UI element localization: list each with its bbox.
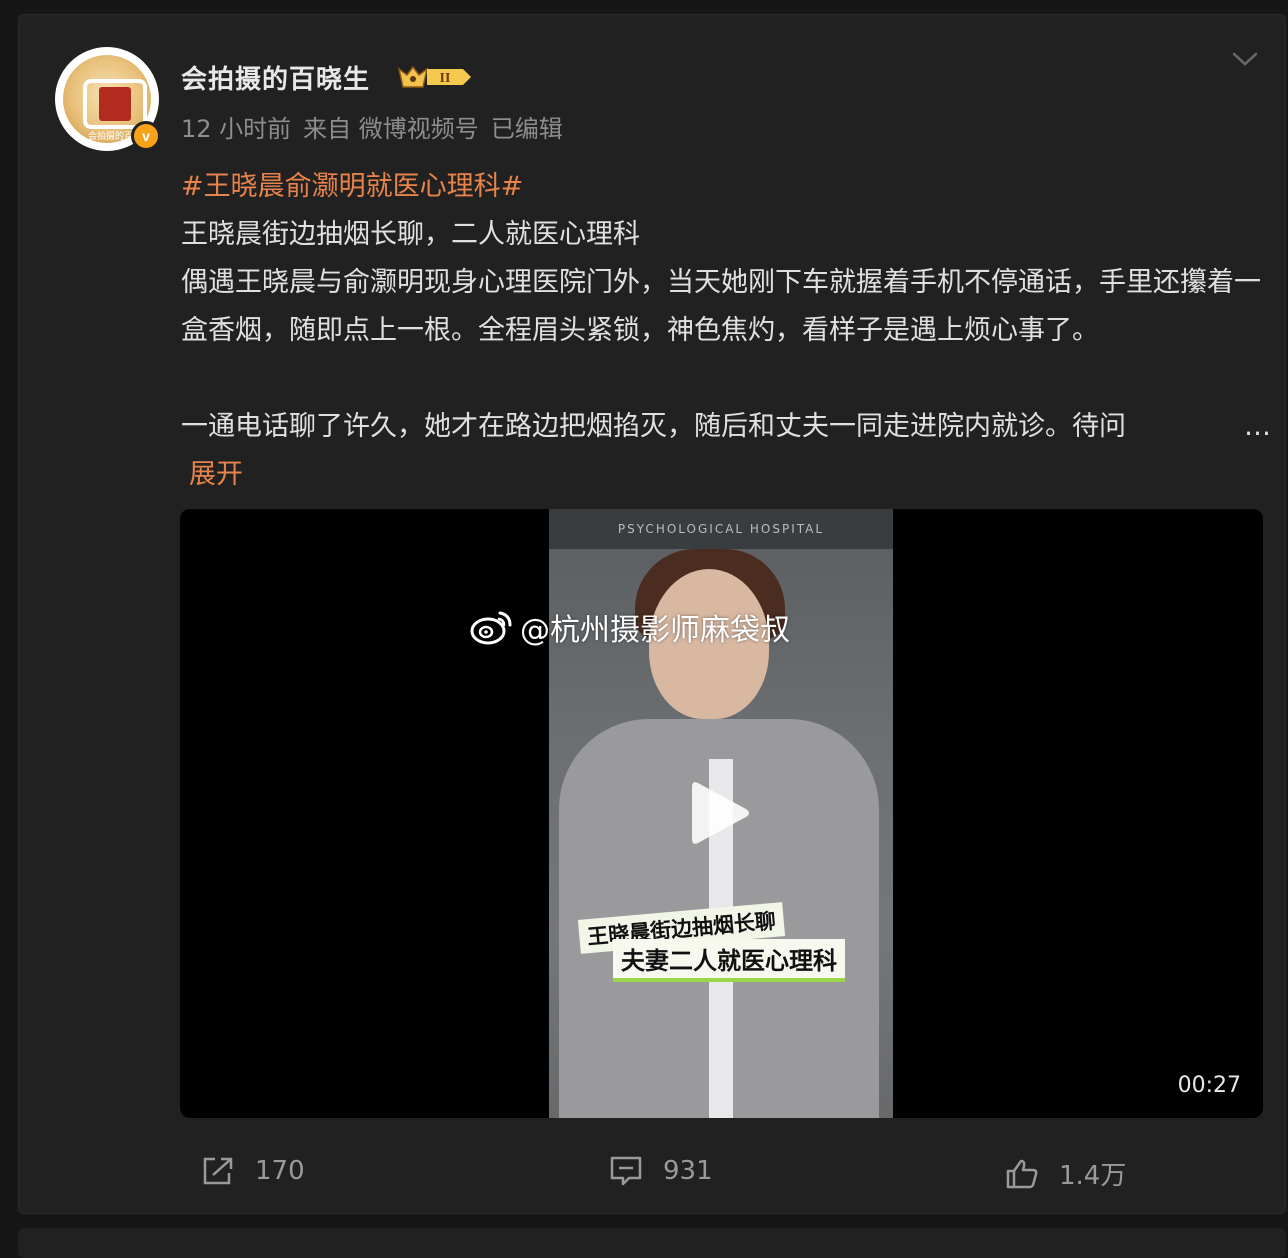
post-paragraph: 偶遇王晓晨与俞灏明现身心理医院门外，当天她刚下车就握着手机不停通话，手里还攥着一… <box>181 267 1261 346</box>
post-source[interactable]: 来自 微博视频号 <box>303 109 479 144</box>
next-post-card <box>18 1228 1286 1258</box>
watermark-text: @杭州摄影师麻袋叔 <box>520 613 790 648</box>
ellipsis: … <box>1244 411 1271 442</box>
hashtag-link[interactable]: #王晓晨俞灏明就医心理科# <box>181 163 1271 211</box>
video-watermark: @杭州摄影师麻袋叔 <box>470 605 790 649</box>
post-content: #王晓晨俞灏明就医心理科# 王晓晨街边抽烟长聊，二人就医心理科 偶遇王晓晨与俞灏… <box>181 163 1271 499</box>
like-button[interactable]: 1.4万 <box>1005 1155 1126 1192</box>
video-player[interactable]: PSYCHOLOGICAL HOSPITAL 王晓晨街边抽烟长聊 夫妻二人就医心… <box>180 509 1263 1118</box>
post-truncated-text: 一通电话聊了许久，她才在路边把烟掐灭，随后和丈夫一同走进院内就诊。待问 <box>181 411 1126 442</box>
comment-count: 931 <box>663 1156 713 1186</box>
repost-button[interactable]: 170 <box>201 1155 305 1187</box>
level-badge-icon[interactable]: II <box>397 63 473 91</box>
post-edited[interactable]: 已编辑 <box>491 109 563 144</box>
play-icon[interactable] <box>688 777 752 849</box>
video-sign: PSYCHOLOGICAL HOSPITAL <box>549 509 893 549</box>
seal-icon <box>99 87 131 121</box>
post-line-headline: 王晓晨街边抽烟长聊，二人就医心理科 <box>181 219 640 250</box>
weibo-logo-icon <box>470 611 512 645</box>
share-icon <box>203 1157 233 1185</box>
author-name[interactable]: 会拍摄的百晓生 <box>181 59 370 96</box>
post-line-truncated: 一通电话聊了许久，她才在路边把烟掐灭，随后和丈夫一同走进院内就诊。待问 … <box>181 403 1271 451</box>
post-card: 会拍摄的百晓 v 会拍摄的百晓生 II 12 小时前 来自 微博视频号 已编辑 … <box>18 14 1286 1214</box>
thumbs-up-icon <box>1006 1159 1038 1188</box>
post-time[interactable]: 12 小时前 <box>181 109 291 144</box>
comment-button[interactable]: 931 <box>609 1155 713 1187</box>
repost-count: 170 <box>255 1156 305 1186</box>
action-bar: 170 931 1.4万 <box>19 1155 1287 1195</box>
comment-icon <box>610 1156 642 1186</box>
level-badge-label: II <box>440 71 451 86</box>
chevron-down-icon[interactable] <box>1231 49 1259 69</box>
expand-link[interactable]: 展开 <box>189 451 243 499</box>
video-caption-bottom: 夫妻二人就医心理科 <box>613 939 845 982</box>
video-duration: 00:27 <box>1177 1073 1241 1098</box>
post-meta: 12 小时前 来自 微博视频号 已编辑 <box>181 109 563 144</box>
verified-badge-icon: v <box>131 121 161 151</box>
like-count: 1.4万 <box>1059 1161 1127 1191</box>
